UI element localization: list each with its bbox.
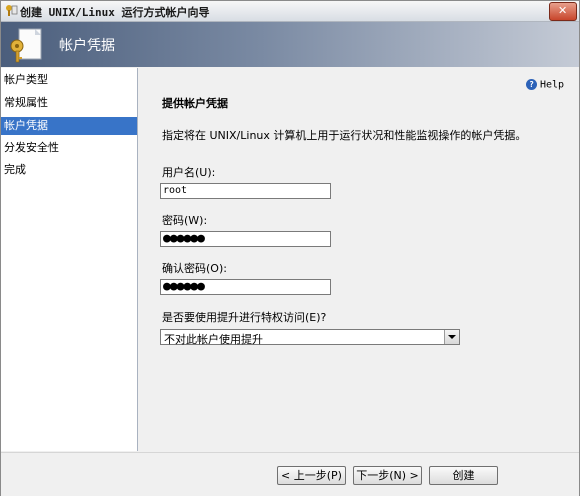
nav-item-distribution-security[interactable]: 分发安全性 bbox=[1, 139, 137, 157]
main-content: ? Help 提供帐户凭据 指定将在 UNIX/Linux 计算机上用于运行状况和… bbox=[138, 68, 579, 451]
confirm-password-label: 确认密码(O): bbox=[162, 262, 227, 275]
help-link[interactable]: ? Help bbox=[526, 79, 564, 91]
elevation-selected-value: 不对此帐户使用提升 bbox=[164, 333, 263, 346]
nav-item-label: 常规属性 bbox=[4, 96, 48, 109]
elevation-label: 是否要使用提升进行特权访问(E)? bbox=[162, 311, 327, 324]
password-input[interactable]: ●●●●●● bbox=[160, 231, 331, 247]
create-button[interactable]: 创建 bbox=[429, 466, 498, 485]
wizard-window: 创建 UNIX/Linux 运行方式帐户向导 帐户凭据 帐户类型 常规属性 帐户… bbox=[0, 0, 580, 496]
nav-item-label: 帐户凭据 bbox=[4, 119, 48, 132]
nav-item-general-properties[interactable]: 常规属性 bbox=[1, 94, 137, 112]
key-document-icon bbox=[10, 28, 42, 63]
help-icon: ? bbox=[526, 79, 537, 90]
section-description: 指定将在 UNIX/Linux 计算机上用于运行状况和性能监视操作的帐户凭据。 bbox=[162, 129, 527, 142]
nav-item-account-credentials[interactable]: 帐户凭据 bbox=[1, 117, 137, 135]
username-input[interactable]: root bbox=[160, 183, 331, 199]
wizard-steps-sidebar: 帐户类型 常规属性 帐户凭据 分发安全性 完成 bbox=[1, 68, 138, 451]
wizard-footer: < 上一步(P) 下一步(N) > 创建 bbox=[1, 452, 579, 496]
elevation-select[interactable]: 不对此帐户使用提升 bbox=[160, 329, 460, 346]
password-label: 密码(W): bbox=[162, 214, 208, 227]
header-banner: 帐户凭据 bbox=[1, 22, 579, 67]
nav-item-label: 分发安全性 bbox=[4, 141, 59, 154]
help-label: Help bbox=[540, 79, 565, 91]
nav-item-account-type[interactable]: 帐户类型 bbox=[1, 71, 137, 89]
nav-item-complete[interactable]: 完成 bbox=[1, 161, 137, 179]
chevron-down-icon[interactable] bbox=[444, 330, 459, 344]
next-button[interactable]: 下一步(N) > bbox=[353, 466, 422, 485]
app-icon bbox=[6, 5, 18, 16]
section-title: 提供帐户凭据 bbox=[162, 97, 228, 110]
back-button[interactable]: < 上一步(P) bbox=[277, 466, 346, 485]
window-title: 创建 UNIX/Linux 运行方式帐户向导 bbox=[20, 6, 210, 19]
close-button[interactable] bbox=[549, 2, 577, 21]
title-bar[interactable]: 创建 UNIX/Linux 运行方式帐户向导 bbox=[1, 1, 579, 22]
nav-item-label: 完成 bbox=[4, 163, 26, 176]
confirm-password-input[interactable]: ●●●●●● bbox=[160, 279, 331, 295]
nav-item-label: 帐户类型 bbox=[4, 73, 48, 86]
username-label: 用户名(U): bbox=[162, 166, 216, 179]
page-title: 帐户凭据 bbox=[59, 38, 115, 54]
